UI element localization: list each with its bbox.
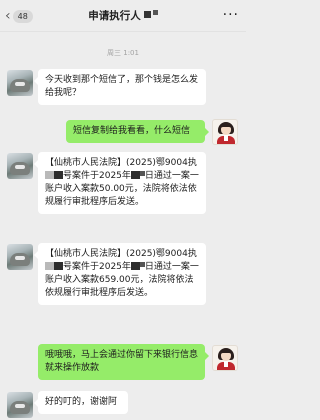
message-text: 【仙桃市人民法院】(2025)鄂9004执 xyxy=(45,249,197,259)
redaction-mask xyxy=(152,10,158,15)
redaction-mask xyxy=(45,262,54,270)
contact-avatar[interactable] xyxy=(7,153,33,179)
contact-avatar[interactable] xyxy=(7,70,33,96)
message-text: 号案件于2025年 xyxy=(63,262,131,272)
chat-title-text: 申请执行人 xyxy=(88,10,141,22)
chat-screen: ‹ 48 申请执行人 ··· 周三 1:01 今天收到那个短信了，那个钱是怎么发… xyxy=(0,0,246,420)
message-timestamp: 周三 1:01 xyxy=(107,49,139,57)
message-bubble-outgoing[interactable]: 哦哦哦，马上会通过你留下来银行信息就来操作放款 xyxy=(38,344,209,380)
message-text: 今天收到那个短信了，那个钱是怎么发给我呢？ xyxy=(45,75,199,98)
more-options-button[interactable]: ··· xyxy=(223,8,239,22)
message-text: 【仙桃市人民法院】(2025)鄂9004执 xyxy=(45,158,197,168)
redaction-mask xyxy=(130,262,140,270)
my-avatar[interactable] xyxy=(212,345,238,371)
back-button[interactable]: ‹ 48 xyxy=(5,8,33,24)
message-bubble-incoming[interactable]: 【仙桃市人民法院】(2025)鄂9004执号案件于2025年 日通过一案一账户收入… xyxy=(34,152,206,214)
chat-title: 申请执行人 xyxy=(0,8,246,24)
redaction-mask xyxy=(130,171,140,179)
message-bubble-incoming[interactable]: 今天收到那个短信了，那个钱是怎么发给我呢？ xyxy=(34,69,206,105)
redaction-mask xyxy=(143,11,151,18)
contact-avatar[interactable] xyxy=(7,392,33,418)
message-bubble-incoming[interactable]: 【仙桃市人民法院】(2025)鄂9004执号案件于2025年 日通过一案一账户收入… xyxy=(34,243,206,305)
redaction-mask xyxy=(54,262,63,270)
contact-avatar[interactable] xyxy=(7,244,33,270)
unread-count-badge: 48 xyxy=(12,9,33,23)
chat-header: ‹ 48 申请执行人 ··· xyxy=(0,0,246,32)
message-bubble-incoming[interactable]: 好的叮的，谢谢阿 xyxy=(34,391,128,414)
message-text: 哦哦哦，马上会通过你留下来银行信息就来操作放款 xyxy=(45,350,199,373)
redaction-mask xyxy=(54,171,63,179)
message-bubble-outgoing[interactable]: 短信复制给我看看，什么短信 xyxy=(66,120,209,143)
message-text: 好的叮的，谢谢阿 xyxy=(45,397,118,407)
my-avatar[interactable] xyxy=(212,119,238,145)
message-text: 短信复制给我看看，什么短信 xyxy=(73,126,191,136)
back-chevron-icon: ‹ xyxy=(5,8,11,24)
redaction-mask xyxy=(45,171,54,179)
message-text: 号案件于2025年 xyxy=(63,171,131,181)
